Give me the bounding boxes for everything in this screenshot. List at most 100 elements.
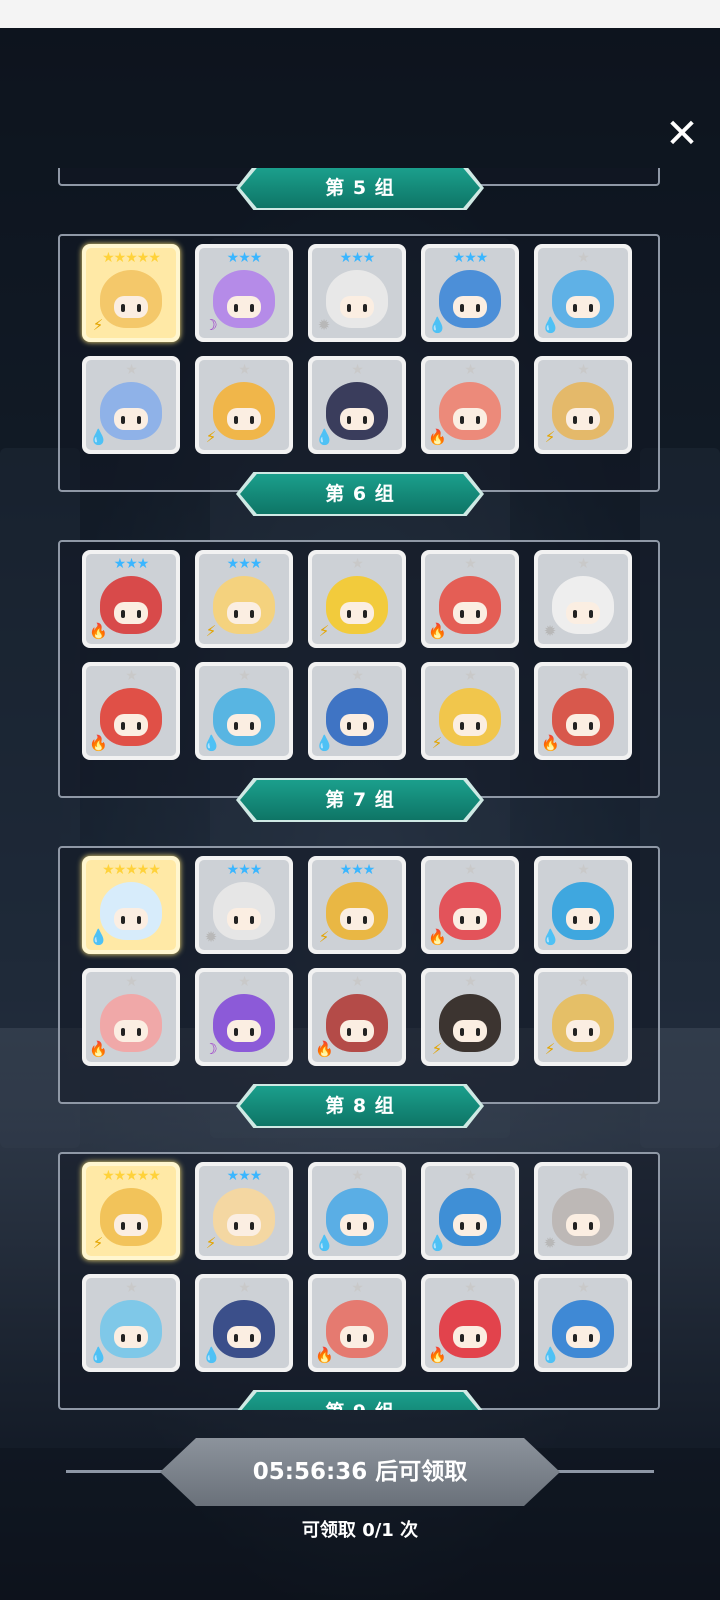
hero-card-blonde-girl[interactable]: ★★★★★ ⚡ [82,244,180,342]
hero-card-cat-officer[interactable]: ★ ⚡ [195,356,293,454]
hero-card-blue-blob[interactable]: ★ 💧 [82,356,180,454]
hero-card-crown-queen[interactable]: ★ ⚡ [534,968,632,1066]
hero-card-red-spiky[interactable]: ★ 🔥 [421,856,519,954]
hero-portrait: ★ 💧 [538,1278,628,1368]
hero-card-white-ghost[interactable]: ★ ✹ [534,550,632,648]
star-rating-icon: ★★★ [452,250,489,266]
hero-card-blue-bow-girl[interactable]: ★ 💧 [534,856,632,954]
hero-eye [363,1334,367,1342]
hero-face [227,1214,261,1236]
hero-portrait: ★ 💧 [538,248,628,338]
thunder-element-icon: ⚡ [318,622,330,640]
hero-card-helmet-warrior[interactable]: ★ 🔥 [308,968,406,1066]
hero-eye [460,610,464,618]
star-rating-icon: ★★★★★ [102,250,161,266]
hero-portrait: ★ 🔥 [425,1278,515,1368]
thunder-element-icon: ⚡ [205,428,217,446]
hero-eye [476,416,480,424]
star-rating-icon: ★ [464,362,477,378]
hero-card-eye-pyramid[interactable]: ★★★ ⚡ [308,856,406,954]
hero-face [453,408,487,430]
hero-eye [121,916,125,924]
hero-card-blue-cat-girl[interactable]: ★ 💧 [82,1274,180,1372]
hero-card-blue-skull[interactable]: ★ 💧 [534,244,632,342]
water-element-icon: 💧 [315,428,334,446]
hero-eye [250,416,254,424]
group-list[interactable]: 第 5 组 ★★★★★ ⚡ ★★★ ☽ ★★★ ✹ ★★★ 💧 ★ 💧 ★ 💧 ★ ⚡ ★ 💧 ★ 🔥 ★ ⚡ 第 6 组… [0,168,720,1410]
hero-card-red-bear[interactable]: ★ 🔥 [82,662,180,760]
hero-card-white-hair-girl[interactable]: ★★★ ✹ [195,856,293,954]
hero-eye [234,1028,238,1036]
hero-card-blue-officer[interactable]: ★ 💧 [195,1274,293,1372]
hero-eye [363,304,367,312]
hero-face [340,1020,374,1042]
hero-card-white-rabbit[interactable]: ★★★★★ 💧 [82,856,180,954]
hero-card-blue-cactus[interactable]: ★ 💧 [308,1162,406,1260]
hero-eye [250,610,254,618]
star-rating-icon: ★★★ [226,250,263,266]
hero-portrait: ★ ⚡ [199,360,289,450]
water-element-icon: 💧 [89,428,108,446]
hero-face [566,296,600,318]
hero-face [453,1020,487,1042]
hero-card-red-cactus[interactable]: ★ 🔥 [421,550,519,648]
hero-card-blue-witch[interactable]: ★ 💧 [308,662,406,760]
hero-face [340,408,374,430]
hero-card-armored-knight[interactable]: ★ 🔥 [421,356,519,454]
thunder-element-icon: ⚡ [431,734,443,752]
close-icon[interactable]: ✕ [660,112,704,156]
hero-card-gold-knight[interactable]: ★ ⚡ [421,662,519,760]
hero-card-pink-blob[interactable]: ★ 🔥 [82,968,180,1066]
hero-eye [347,1028,351,1036]
hero-card-mummy[interactable]: ★★★ ✹ [308,244,406,342]
hero-card-horned-girl[interactable]: ★ 🔥 [308,1274,406,1372]
hero-eye [363,1028,367,1036]
hero-eye [476,610,480,618]
hero-face [340,908,374,930]
hero-portrait: ★ 🔥 [312,972,402,1062]
hero-card-dark-hair-girl[interactable]: ★ 💧 [308,356,406,454]
hero-face [114,1214,148,1236]
hero-card-golden-staff[interactable]: ★ ⚡ [534,356,632,454]
hero-card-blue-bear[interactable]: ★ 💧 [421,1162,519,1260]
hero-card-red-mummy[interactable]: ★★★ 🔥 [82,550,180,648]
star-rating-icon: ★ [577,974,590,990]
hero-portrait: ★ 💧 [312,1166,402,1256]
water-element-icon: 💧 [315,734,334,752]
hero-card-red-staff[interactable]: ★ 🔥 [534,662,632,760]
hero-face [227,602,261,624]
hero-portrait: ★ 💧 [86,360,176,450]
hero-eye [234,1222,238,1230]
hero-card-red-monster[interactable]: ★ 🔥 [421,1274,519,1372]
star-rating-icon: ★ [125,974,138,990]
water-element-icon: 💧 [89,928,108,946]
star-rating-icon: ★ [238,974,251,990]
hero-card-blue-monster[interactable]: ★ 💧 [534,1274,632,1372]
hero-eye [363,610,367,618]
hero-card-golden-rabbit[interactable]: ★★★ ⚡ [195,1162,293,1260]
hero-card-gray-bear[interactable]: ★ ✹ [534,1162,632,1260]
hero-portrait: ★ ⚡ [425,666,515,756]
hero-portrait: ★ ✹ [538,554,628,644]
hero-card-hooded-knight[interactable]: ★★★ 💧 [421,244,519,342]
hero-eye [460,916,464,924]
water-element-icon: 💧 [541,1346,560,1364]
hero-card-purple-hair-girl[interactable]: ★★★ ☽ [195,244,293,342]
hero-card-purple-cat[interactable]: ★ ☽ [195,968,293,1066]
hero-card-blonde-princess[interactable]: ★★★ ⚡ [195,550,293,648]
footer-divider-left [66,1470,166,1473]
thunder-element-icon: ⚡ [205,622,217,640]
hero-eye [589,610,593,618]
water-element-icon: 💧 [541,928,560,946]
hero-card-black-crown[interactable]: ★ ⚡ [421,968,519,1066]
hero-portrait: ★★★ ⚡ [312,860,402,950]
star-rating-icon: ★ [577,668,590,684]
hero-card-blue-dragon[interactable]: ★ 💧 [195,662,293,760]
claim-button[interactable]: 05:56:36 后可领取 [160,1438,560,1506]
hero-face [340,1326,374,1348]
hero-face [114,1326,148,1348]
hero-card-gold-king[interactable]: ★★★★★ ⚡ [82,1162,180,1260]
hero-card-yellow-fluff[interactable]: ★ ⚡ [308,550,406,648]
hero-eye [137,304,141,312]
hero-eye [573,722,577,730]
